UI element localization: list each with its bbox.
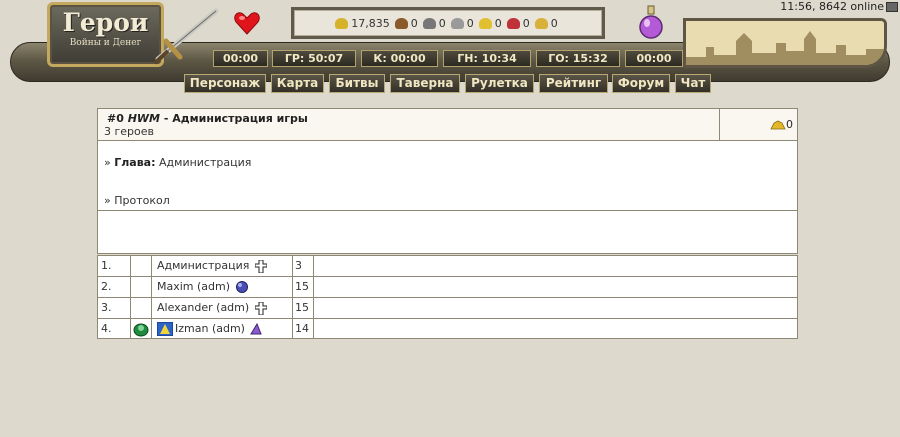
gems-icon: [534, 17, 548, 29]
logo-title: Герои: [62, 8, 149, 37]
potion-icon[interactable]: [638, 4, 664, 40]
clan-footer-blank: [98, 210, 797, 253]
clan-head-row: » Глава: Администрация: [104, 156, 251, 169]
member-level: 15: [293, 277, 314, 297]
table-row: 2. Maxim (adm) 15: [98, 277, 797, 298]
clan-heroes-count: 3 героев: [104, 125, 155, 138]
gold-icon: [335, 17, 349, 29]
gold-icon: [770, 120, 786, 130]
clan-body: » Глава: Администрация » Протокол: [98, 141, 797, 210]
member-num: 3.: [98, 298, 131, 318]
main-nav: Персонаж Карта Битвы Таверна Рулетка Рей…: [0, 74, 900, 93]
cross-icon: [254, 259, 267, 273]
nav-rating[interactable]: Рейтинг: [539, 74, 608, 93]
member-name[interactable]: Maxim (adm): [157, 280, 230, 293]
member-name[interactable]: Администрация: [157, 259, 249, 272]
protocol-link[interactable]: Протокол: [114, 194, 170, 207]
timer-gr: ГР: 50:07: [272, 50, 356, 67]
member-level: 3: [293, 256, 314, 276]
timer-k: К: 00:00: [361, 50, 438, 67]
clan-name: Администрация игры: [172, 112, 308, 125]
member-status-cell: [131, 277, 152, 297]
online-status-icon: [133, 323, 149, 337]
member-level: 14: [293, 319, 314, 339]
resource-value: 0: [438, 16, 446, 30]
timer-1: 00:00: [213, 50, 268, 67]
heart-icon[interactable]: [234, 11, 260, 35]
ore-icon: [422, 17, 436, 29]
sulfur-icon: [478, 17, 492, 29]
member-name-cell: Maxim (adm): [152, 277, 293, 297]
wizard-hat-icon: [250, 323, 263, 335]
resources-panel: 17,835 0 0 0 0 0 0: [291, 7, 605, 39]
crystal-icon: [506, 17, 520, 29]
member-num: 1.: [98, 256, 131, 276]
member-name[interactable]: Izman (adm): [175, 322, 245, 335]
resource-value: 0: [550, 16, 558, 30]
nav-map[interactable]: Карта: [271, 74, 324, 93]
timer-gn: ГН: 10:34: [443, 50, 531, 67]
nav-tavern[interactable]: Таверна: [390, 74, 460, 93]
member-num: 2.: [98, 277, 131, 297]
clan-head-value[interactable]: Администрация: [159, 156, 251, 169]
member-status-cell: [131, 256, 152, 276]
nav-forum[interactable]: Форум: [612, 74, 670, 93]
resource-value: 0: [466, 16, 474, 30]
timers-row: 00:00 ГР: 50:07 К: 00:00 ГН: 10:34 ГО: 1…: [0, 50, 900, 67]
member-level: 15: [293, 298, 314, 318]
orb-icon: [235, 281, 248, 293]
clan-head-label: Глава:: [114, 156, 156, 169]
nav-chat[interactable]: Чат: [675, 74, 711, 93]
member-name-cell: Alexander (adm): [152, 298, 293, 318]
member-status-cell: [131, 298, 152, 318]
clan-gold-value: 0: [786, 118, 793, 131]
timer-go: ГО: 15:32: [536, 50, 620, 67]
member-name-cell: Администрация: [152, 256, 293, 276]
mercury-icon: [450, 17, 464, 29]
member-num: 4.: [98, 319, 131, 339]
members-table: 1. Администрация 3 2. Maxim (adm) 15 3. …: [97, 255, 798, 339]
resource-value: 17,835: [351, 16, 390, 30]
clan-flag-icon[interactable]: [157, 322, 173, 336]
cross-icon: [254, 301, 267, 315]
server-clock: 11:56, 8642 online: [780, 0, 898, 13]
table-row: 3. Alexander (adm) 15: [98, 298, 797, 319]
member-name-cell: Izman (adm): [152, 319, 293, 339]
clan-title-sep: -: [160, 112, 173, 125]
resource-value: 0: [522, 16, 530, 30]
clan-id: #0: [107, 112, 124, 125]
member-status-cell: [131, 319, 152, 339]
clan-tag: HWM: [127, 112, 161, 125]
clan-title: #0 HWM - Администрация игры: [107, 112, 308, 125]
resource-value: 0: [494, 16, 502, 30]
clan-header: #0 HWM - Администрация игры 3 героев 0: [98, 109, 797, 141]
bullet: »: [104, 156, 111, 169]
bullet: »: [104, 194, 111, 207]
table-row: 4. Izman (adm) 14: [98, 319, 797, 340]
monitor-icon[interactable]: [886, 2, 898, 12]
timer-6: 00:00: [625, 50, 683, 67]
wood-icon: [394, 17, 408, 29]
header: Герои Войны и Денег 17,835 0 0 0 0 0 0 11:56, …: [0, 0, 900, 98]
clan-gold: 0: [719, 109, 797, 140]
clan-protocol-row: » Протокол: [104, 194, 170, 207]
clock-online-text: 11:56, 8642 online: [780, 0, 884, 13]
nav-battles[interactable]: Битвы: [329, 74, 385, 93]
member-name[interactable]: Alexander (adm): [157, 301, 249, 314]
table-row: 1. Администрация 3: [98, 256, 797, 277]
resource-value: 0: [410, 16, 418, 30]
nav-roulette[interactable]: Рулетка: [465, 74, 534, 93]
clan-info-panel: #0 HWM - Администрация игры 3 героев 0 »…: [97, 108, 798, 254]
nav-character[interactable]: Персонаж: [184, 74, 266, 93]
